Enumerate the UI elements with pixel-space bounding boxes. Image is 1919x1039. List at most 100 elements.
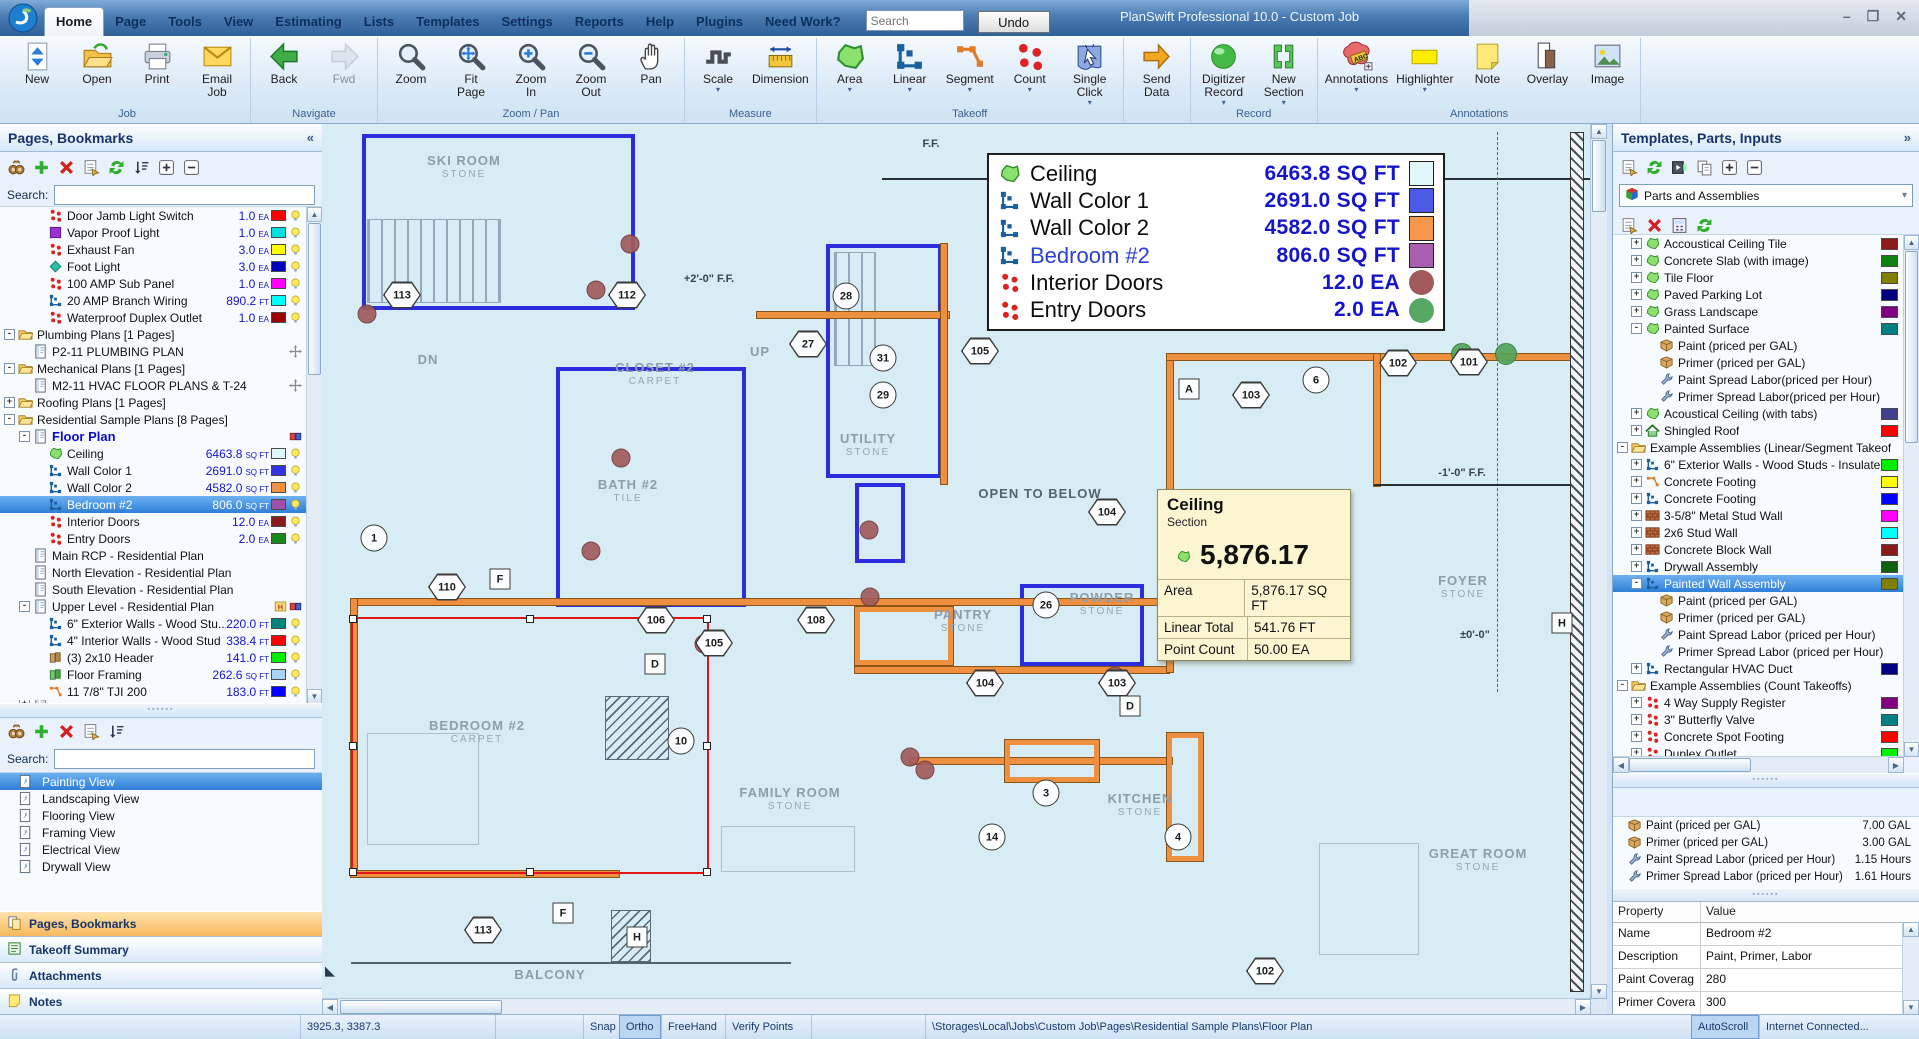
- tree-item-residential-sample-plans-8-pages-[interactable]: -Residential Sample Plans [8 Pages]: [0, 411, 307, 428]
- restore-button[interactable]: ❐: [1867, 8, 1880, 25]
- floor-plan[interactable]: SKI ROOMSTONECLOSET #2CARPETBATH #2TILEU…: [322, 124, 1591, 999]
- expall-icon[interactable]: [158, 159, 175, 176]
- tree-item-exhaust-fan[interactable]: Exhaust Fan3.0EA: [0, 241, 307, 258]
- template-item-paint-priced-per-gal-[interactable]: Paint (priced per GAL): [1613, 592, 1904, 609]
- expand-toggle-icon[interactable]: +: [1631, 663, 1642, 674]
- visibility-bulb-icon[interactable]: [289, 498, 303, 511]
- back-button[interactable]: Back: [254, 38, 314, 86]
- count-button[interactable]: Count▾: [1000, 38, 1060, 94]
- view-item-painting-view[interactable]: Painting View: [0, 773, 322, 790]
- visibility-bulb-icon[interactable]: [289, 243, 303, 256]
- tree-item-foot-light[interactable]: Foot Light3.0EA: [0, 258, 307, 275]
- template-item-example-assemblies-linear-segment-takeof[interactable]: -Example Assemblies (Linear/Segment Take…: [1613, 439, 1904, 456]
- expand-toggle-icon[interactable]: +: [4, 397, 15, 408]
- scroll-down-icon[interactable]: ▼: [307, 689, 322, 704]
- template-item-concrete-block-wall[interactable]: +Concrete Block Wall: [1613, 541, 1904, 558]
- tree-item-main-rcp-residential-plan[interactable]: Main RCP - Residential Plan: [0, 547, 307, 564]
- tab-templates[interactable]: Templates: [405, 8, 490, 36]
- visibility-bulb-icon[interactable]: [289, 651, 303, 664]
- props-icon[interactable]: [83, 723, 100, 740]
- canvas-horizontal-scrollbar[interactable]: ◀ ▶: [322, 998, 1591, 1015]
- tree-item-roofing-plans-1-pages-[interactable]: +Roofing Plans [1 Pages]: [0, 394, 307, 411]
- panel-bar-attachments[interactable]: Attachments: [0, 963, 322, 989]
- fwd-button[interactable]: Fwd: [314, 38, 374, 86]
- tree-item-floor-plan[interactable]: -Floor Plan: [0, 428, 307, 445]
- tree-item-mechanical-plans-1-pages-[interactable]: -Mechanical Plans [1 Pages]: [0, 360, 307, 377]
- tree-item-100-amp-sub-panel[interactable]: 100 AMP Sub Panel1.0EA: [0, 275, 307, 292]
- template-item-concrete-footing[interactable]: +Concrete Footing: [1613, 490, 1904, 507]
- visibility-bulb-icon[interactable]: [289, 532, 303, 545]
- tab-lists[interactable]: Lists: [353, 8, 405, 36]
- template-item-concrete-spot-footing[interactable]: +Concrete Spot Footing: [1613, 728, 1904, 745]
- expall-icon[interactable]: [1721, 159, 1738, 176]
- expand-toggle-icon[interactable]: +: [1631, 306, 1642, 317]
- templates-hscrollbar[interactable]: ◀ ▶: [1613, 756, 1904, 773]
- tree-item-north-elevation-residential-plan[interactable]: North Elevation - Residential Plan: [0, 564, 307, 581]
- close-button[interactable]: ✕: [1895, 8, 1907, 25]
- ortho-toggle[interactable]: Ortho: [619, 1015, 661, 1039]
- tree-item-door-jamb-light-switch[interactable]: Door Jamb Light Switch1.0EA: [0, 207, 307, 224]
- xdel-icon[interactable]: [1646, 217, 1663, 234]
- expand-toggle-icon[interactable]: +: [1631, 527, 1642, 538]
- email-job-button[interactable]: Email Job: [187, 38, 247, 99]
- canvas-vertical-scrollbar[interactable]: ▲ ▼: [1590, 124, 1607, 999]
- sort-icon[interactable]: [133, 159, 150, 176]
- tab-plugins[interactable]: Plugins: [685, 8, 754, 36]
- tree-item-4-interior-walls-wood-stud[interactable]: 4" Interior Walls - Wood Stud338.4FT: [0, 632, 307, 649]
- expand-toggle-icon[interactable]: +: [1631, 714, 1642, 725]
- quick-search-input[interactable]: [866, 10, 964, 31]
- view-item-drywall-view[interactable]: Drywall View: [0, 858, 322, 875]
- template-item-primer-spread-labor-priced-per-hour-[interactable]: Primer Spread Labor (priced per Hour): [1613, 643, 1904, 660]
- collapse-panel-icon[interactable]: «: [307, 130, 314, 145]
- expand-toggle-icon[interactable]: +: [1631, 425, 1642, 436]
- template-item-6-exterior-walls-wood-studs-insulate[interactable]: +6" Exterior Walls - Wood Studs - Insula…: [1613, 456, 1904, 473]
- template-item-paint-priced-per-gal-[interactable]: Paint (priced per GAL): [1613, 337, 1904, 354]
- undo-button[interactable]: Undo: [978, 11, 1050, 33]
- tree-item-entry-doors[interactable]: Entry Doors2.0EA: [0, 530, 307, 547]
- visibility-bulb-icon[interactable]: [289, 209, 303, 222]
- refresh-icon[interactable]: [1646, 159, 1663, 176]
- scale-button[interactable]: Scale▾: [688, 38, 748, 94]
- panel-bar-pages-bookmarks[interactable]: Pages, Bookmarks: [0, 911, 322, 937]
- visibility-bulb-icon[interactable]: [289, 294, 303, 307]
- expand-toggle-icon[interactable]: +: [1631, 255, 1642, 266]
- view-item-flooring-view[interactable]: Flooring View: [0, 807, 322, 824]
- panel-bar-takeoff-summary[interactable]: Takeoff Summary: [0, 937, 322, 963]
- template-item-shingled-roof[interactable]: +Shingled Roof: [1613, 422, 1904, 439]
- snap-toggle[interactable]: Snap: [583, 1015, 619, 1039]
- overlay-button[interactable]: Overlay: [1517, 38, 1577, 86]
- digitizer-record-button[interactable]: Digitizer Record▾: [1194, 38, 1254, 107]
- part-item-paint-priced-per-gal-[interactable]: Paint (priced per GAL)7.00 GAL: [1613, 817, 1919, 834]
- template-item-drywall-assembly[interactable]: +Drywall Assembly: [1613, 558, 1904, 575]
- scroll-left-icon[interactable]: ◀: [322, 999, 338, 1015]
- part-item-primer-spread-labor-priced-per-hour-[interactable]: Primer Spread Labor (priced per Hour)1.6…: [1613, 868, 1919, 885]
- expand-toggle-icon[interactable]: +: [1631, 731, 1642, 742]
- scroll-up-icon[interactable]: ▲: [1903, 922, 1919, 937]
- expand-toggle-icon[interactable]: +: [1631, 408, 1642, 419]
- single-click-button[interactable]: Single Click▾: [1060, 38, 1120, 107]
- property-row-description[interactable]: DescriptionPaint, Primer, Labor: [1613, 946, 1919, 969]
- property-row-name[interactable]: NameBedroom #2: [1613, 923, 1919, 946]
- scroll-right-icon[interactable]: ▶: [1888, 757, 1904, 773]
- expand-toggle-icon[interactable]: +: [1631, 561, 1642, 572]
- template-item-tile-floor[interactable]: +Tile Floor: [1613, 269, 1904, 286]
- scroll-up-icon[interactable]: ▲: [1591, 124, 1607, 139]
- visibility-bulb-icon[interactable]: [289, 481, 303, 494]
- calc-icon[interactable]: [1671, 217, 1688, 234]
- linear-button[interactable]: Linear▾: [880, 38, 940, 94]
- template-item-concrete-footing[interactable]: +Concrete Footing: [1613, 473, 1904, 490]
- scroll-up-icon[interactable]: ▲: [307, 207, 322, 222]
- annotations-button[interactable]: ABCAnnotations▾: [1321, 38, 1392, 94]
- expand-toggle-icon[interactable]: +: [1631, 272, 1642, 283]
- template-item-2x6-stud-wall[interactable]: +2x6 Stud Wall: [1613, 524, 1904, 541]
- new-section-button[interactable]: New Section▾: [1254, 38, 1314, 107]
- expand-toggle-icon[interactable]: +: [1631, 697, 1642, 708]
- template-item-grass-landscape[interactable]: +Grass Landscape: [1613, 303, 1904, 320]
- visibility-bulb-icon[interactable]: [289, 685, 303, 698]
- tree-item-m2-11-hvac-floor-plans-t-24[interactable]: M2-11 HVAC FLOOR PLANS & T-24: [0, 377, 307, 394]
- visibility-bulb-icon[interactable]: [289, 668, 303, 681]
- zoom-button[interactable]: Zoom: [381, 38, 441, 86]
- scroll-down-icon[interactable]: ▼: [1591, 984, 1607, 999]
- property-row-primer-covera[interactable]: Primer Covera300: [1613, 992, 1919, 1015]
- app-logo-icon[interactable]: [8, 3, 38, 33]
